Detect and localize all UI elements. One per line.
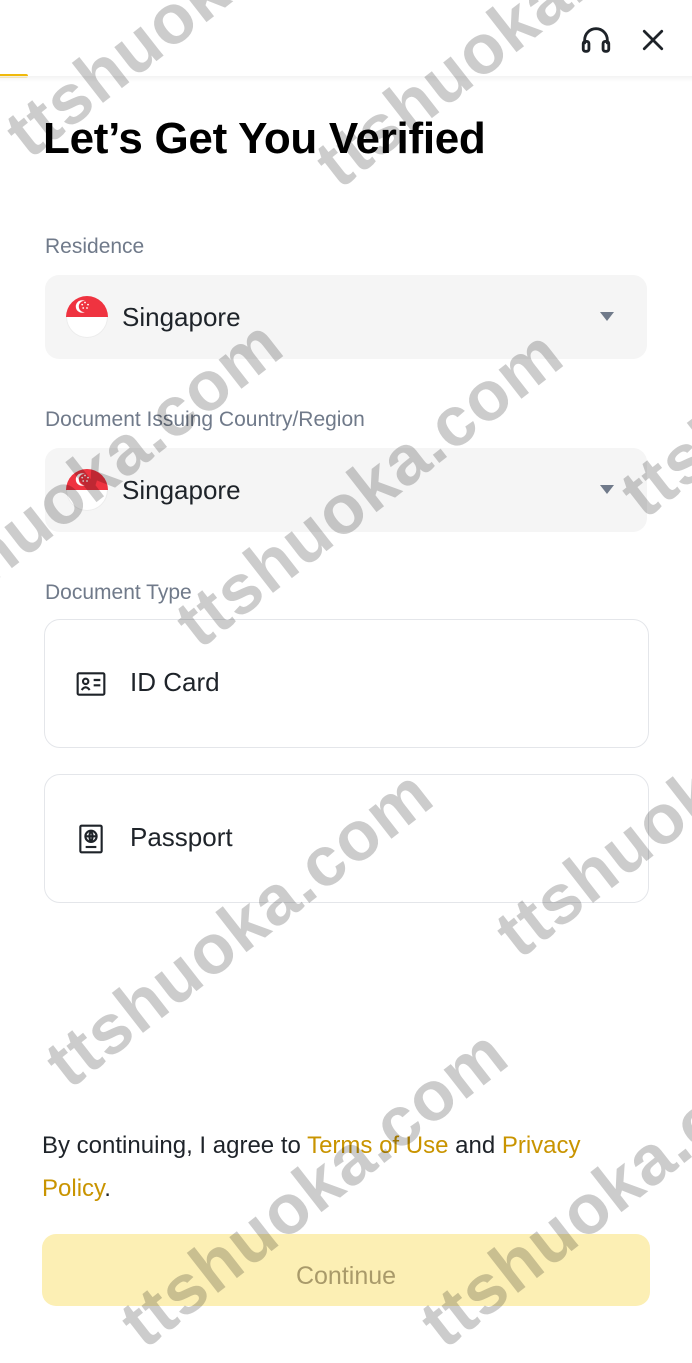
caret-down-icon [600,312,614,321]
passport-label: Passport [130,822,233,852]
residence-value: Singapore [122,302,241,332]
residence-label: Residence [45,235,145,258]
passport-icon [79,824,103,854]
document-type-label: Document Type [45,581,192,604]
document-option-id-card[interactable]: ID Card [44,619,649,748]
page-title: Let’s Get You Verified [43,114,486,163]
support-button[interactable] [578,22,614,58]
id-card-icon [76,672,106,696]
issuing-country-select[interactable]: Singapore [45,448,647,532]
singapore-flag-icon [66,469,108,511]
close-icon [642,29,664,51]
issuing-country-label: Document Issuing Country/Region [45,408,365,431]
agreement-middle: and [448,1132,502,1159]
agreement-prefix: By continuing, I agree to [42,1132,308,1159]
continue-button[interactable]: Continue [42,1234,650,1306]
residence-select[interactable]: Singapore [45,275,647,359]
singapore-flag-icon [66,296,108,338]
top-bar [0,0,692,78]
document-option-passport[interactable]: Passport [44,774,649,903]
close-button[interactable] [635,22,671,58]
continue-label: Continue [295,1262,397,1290]
caret-down-icon [600,485,614,494]
agreement-suffix: . [104,1175,111,1202]
id-card-label: ID Card [130,667,220,697]
headset-icon [581,27,611,53]
agreement-text: By continuing, I agree to Terms of Use a… [42,1124,652,1210]
top-bar-divider [0,76,692,82]
issuing-country-value: Singapore [122,475,241,505]
terms-of-use-link[interactable]: Terms of Use [307,1132,448,1159]
